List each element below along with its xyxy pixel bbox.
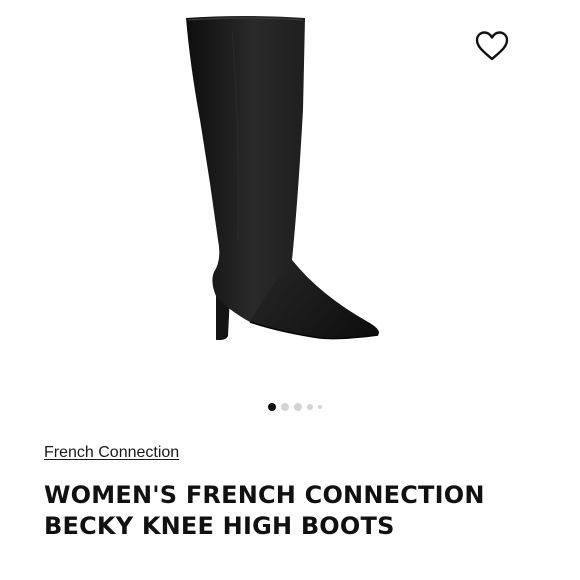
- product-title: WOMEN'S FRENCH CONNECTION BECKY KNEE HIG…: [44, 481, 485, 540]
- carousel-dot-5[interactable]: [318, 405, 322, 409]
- carousel-pagination: [268, 402, 322, 412]
- product-card: French Connection WOMEN'S FRENCH CONNECT…: [0, 0, 580, 580]
- wishlist-button[interactable]: [472, 28, 512, 64]
- product-image-carousel[interactable]: [0, 0, 580, 395]
- carousel-dot-3[interactable]: [294, 403, 302, 411]
- carousel-dot-2[interactable]: [281, 403, 289, 411]
- product-image[interactable]: [170, 10, 400, 360]
- carousel-dot-4[interactable]: [307, 404, 313, 410]
- brand-link[interactable]: French Connection: [44, 444, 179, 462]
- carousel-dot-1[interactable]: [268, 403, 276, 411]
- heart-outline-icon: [475, 31, 509, 61]
